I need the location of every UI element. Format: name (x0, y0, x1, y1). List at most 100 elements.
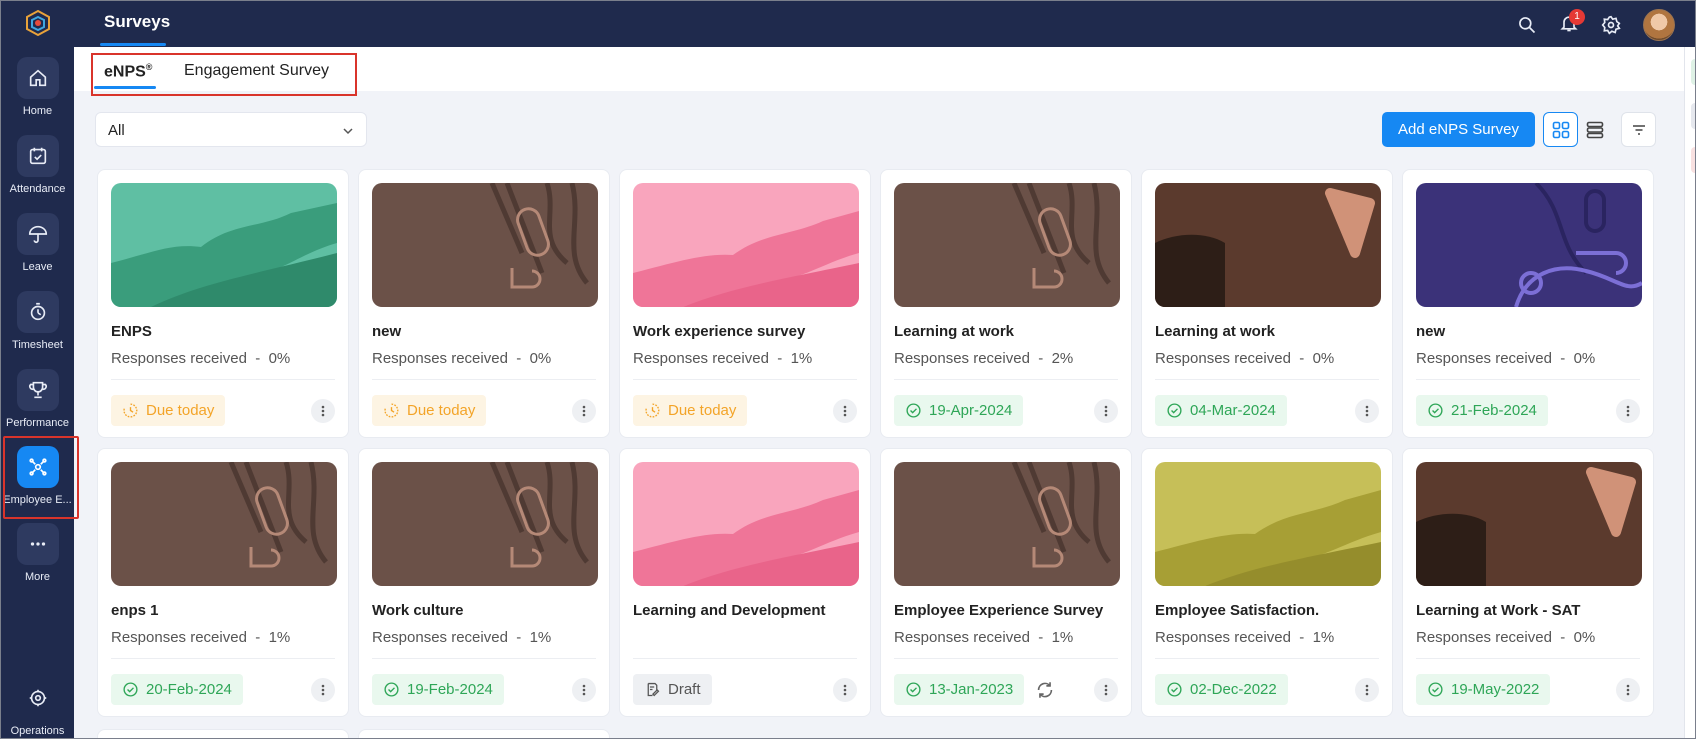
survey-thumbnail[interactable] (111, 183, 337, 307)
survey-thumbnail[interactable] (1416, 183, 1642, 307)
survey-title[interactable]: new (372, 323, 401, 340)
survey-title[interactable]: Learning at work (894, 323, 1014, 340)
check-circle-icon (123, 682, 138, 697)
sidebar-item-leave[interactable]: Leave (1, 213, 74, 273)
survey-status-badge: 04-Mar-2024 (1155, 395, 1287, 426)
right-panel-tab[interactable] (1691, 103, 1695, 129)
right-panel-tab[interactable] (1691, 147, 1695, 173)
survey-responses: Responses received - 0% (1416, 350, 1596, 367)
survey-card[interactable]: Learning at work Responses received - 2% … (880, 169, 1132, 438)
responses-value: 0% (1573, 629, 1596, 646)
survey-card[interactable]: Work experience survey Responses received… (619, 169, 871, 438)
page-title[interactable]: Surveys (104, 12, 170, 32)
trophy-icon (16, 369, 59, 411)
search-icon[interactable] (1517, 15, 1537, 35)
partial-card (97, 729, 349, 738)
card-more-button[interactable] (311, 678, 335, 702)
survey-card[interactable]: Learning at Work - SAT Responses received… (1402, 448, 1654, 717)
survey-responses: Responses received - 0% (1416, 629, 1596, 646)
responses-label: Responses received (894, 629, 1030, 646)
survey-card[interactable]: Employee Satisfaction. Responses received… (1141, 448, 1393, 717)
survey-title[interactable]: ENPS (111, 323, 152, 340)
status-text: 02-Dec-2022 (1190, 681, 1277, 698)
gear-icon[interactable] (1601, 15, 1621, 35)
grid-icon (1552, 121, 1569, 138)
survey-title[interactable]: enps 1 (111, 602, 159, 619)
survey-status-badge: 19-May-2022 (1416, 674, 1551, 705)
sidebar-item-attendance[interactable]: Attendance (1, 135, 74, 195)
sidebar-item-performance[interactable]: Performance (1, 369, 74, 429)
status-text: 04-Mar-2024 (1190, 402, 1276, 419)
responses-value: 1% (790, 350, 813, 367)
sidebar-item-label: More (24, 571, 51, 583)
survey-title[interactable]: Learning at Work - SAT (1416, 602, 1580, 619)
sidebar-item-label: Timesheet (12, 339, 63, 351)
responses-value: 0% (529, 350, 552, 367)
sidebar-item-label: Operations (10, 725, 65, 737)
kebab-menu-icon (1365, 684, 1369, 696)
grid-view-button[interactable] (1543, 112, 1578, 147)
survey-thumbnail[interactable] (633, 183, 859, 307)
sidebar-item-home[interactable]: Home (1, 57, 74, 117)
notifications-button[interactable]: 1 (1559, 8, 1585, 38)
card-more-button[interactable] (1094, 678, 1118, 702)
card-more-button[interactable] (311, 399, 335, 423)
survey-thumbnail[interactable] (372, 462, 598, 586)
status-text: 19-May-2022 (1451, 681, 1540, 698)
survey-thumbnail[interactable] (1155, 183, 1381, 307)
survey-thumbnail[interactable] (372, 183, 598, 307)
right-panel-tab[interactable] (1691, 59, 1695, 85)
status-text: 20-Feb-2024 (146, 681, 232, 698)
survey-title[interactable]: Learning and Development (633, 602, 826, 619)
sidebar-item-operations[interactable]: Operations (1, 677, 74, 737)
survey-title[interactable]: Work culture (372, 602, 463, 619)
survey-thumbnail[interactable] (1155, 462, 1381, 586)
survey-responses: Responses received - 1% (894, 629, 1074, 646)
filter-button[interactable] (1621, 112, 1656, 147)
survey-responses: Responses received - 2% (894, 350, 1074, 367)
card-divider (111, 379, 335, 380)
card-more-button[interactable] (1616, 399, 1640, 423)
card-more-button[interactable] (572, 399, 596, 423)
more-dots-icon (16, 523, 59, 565)
card-more-button[interactable] (1355, 678, 1379, 702)
check-circle-icon (906, 682, 921, 697)
card-more-button[interactable] (833, 399, 857, 423)
survey-card[interactable]: enps 1 Responses received - 1% 20-Feb-202… (97, 448, 349, 717)
survey-status-badge: 20-Feb-2024 (111, 674, 243, 705)
card-more-button[interactable] (1094, 399, 1118, 423)
umbrella-icon (16, 213, 59, 255)
user-avatar[interactable] (1643, 9, 1675, 41)
card-more-button[interactable] (833, 678, 857, 702)
card-more-button[interactable] (572, 678, 596, 702)
survey-card[interactable]: ENPS Responses received - 0% Due today (97, 169, 349, 438)
survey-responses: Responses received - 0% (1155, 350, 1335, 367)
survey-card[interactable]: Learning at work Responses received - 0% … (1141, 169, 1393, 438)
card-more-button[interactable] (1355, 399, 1379, 423)
responses-label: Responses received (1155, 629, 1291, 646)
survey-card[interactable]: Employee Experience Survey Responses rece… (880, 448, 1132, 717)
survey-card[interactable]: new Responses received - 0% Due today (358, 169, 610, 438)
survey-card[interactable]: new Responses received - 0% 21-Feb-2024 (1402, 169, 1654, 438)
list-view-button[interactable] (1577, 112, 1612, 147)
survey-thumbnail[interactable] (633, 462, 859, 586)
card-more-button[interactable] (1616, 678, 1640, 702)
survey-title[interactable]: new (1416, 323, 1445, 340)
sidebar-item-timesheet[interactable]: Timesheet (1, 291, 74, 351)
survey-title[interactable]: Learning at work (1155, 323, 1275, 340)
survey-thumbnail[interactable] (1416, 462, 1642, 586)
sync-icon[interactable] (1034, 679, 1056, 701)
add-enps-survey-button[interactable]: Add eNPS Survey (1382, 112, 1535, 147)
survey-card[interactable]: Work culture Responses received - 1% 19-F… (358, 448, 610, 717)
survey-thumbnail[interactable] (894, 462, 1120, 586)
survey-filter-select[interactable]: All (95, 112, 367, 147)
survey-title[interactable]: Employee Satisfaction. (1155, 602, 1319, 619)
survey-card[interactable]: Learning and Development Draft (619, 448, 871, 717)
survey-title[interactable]: Employee Experience Survey (894, 602, 1103, 619)
check-circle-icon (1167, 403, 1182, 418)
survey-thumbnail[interactable] (111, 462, 337, 586)
survey-title[interactable]: Work experience survey (633, 323, 805, 340)
sidebar-item-more[interactable]: More (1, 523, 74, 583)
zoho-people-logo-icon[interactable] (23, 9, 53, 39)
survey-thumbnail[interactable] (894, 183, 1120, 307)
